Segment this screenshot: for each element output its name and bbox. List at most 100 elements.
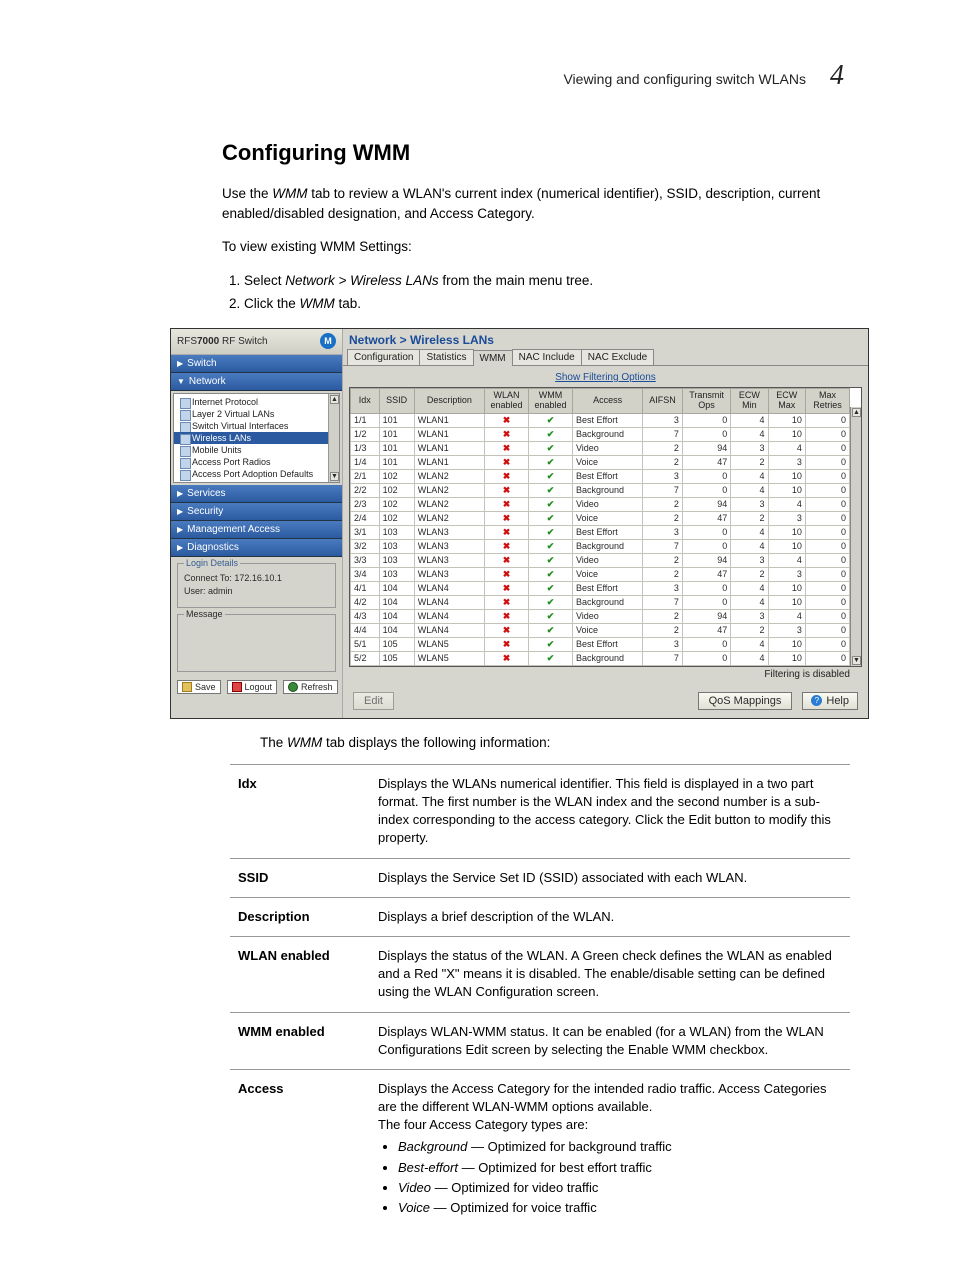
table-row[interactable]: 5/1105WLAN5✖✔Best Effort304100 xyxy=(351,637,850,651)
def-term: Access xyxy=(230,1069,370,1229)
tree-item[interactable]: Internet Protocol xyxy=(174,396,339,408)
login-details: Login Details Connect To: 172.16.10.1 Us… xyxy=(177,563,336,608)
x-icon: ✖ xyxy=(488,555,525,566)
x-icon: ✖ xyxy=(488,457,525,468)
def-body: Displays WLAN-WMM status. It can be enab… xyxy=(370,1012,850,1069)
step-2: Click the WMM tab. xyxy=(244,294,844,314)
column-header[interactable]: ECW Max xyxy=(768,388,805,413)
x-icon: ✖ xyxy=(488,611,525,622)
x-icon: ✖ xyxy=(488,415,525,426)
check-icon: ✔ xyxy=(532,457,569,468)
tree-item[interactable]: Switch Virtual Interfaces xyxy=(174,420,339,432)
check-icon: ✔ xyxy=(532,611,569,622)
table-row[interactable]: 4/3104WLAN4✖✔Video294340 xyxy=(351,609,850,623)
column-header[interactable]: Description xyxy=(414,388,484,413)
tab-nac-include[interactable]: NAC Include xyxy=(512,349,582,365)
check-icon: ✔ xyxy=(532,625,569,636)
table-row[interactable]: 2/3102WLAN2✖✔Video294340 xyxy=(351,497,850,511)
tree-item[interactable]: Mobile Units xyxy=(174,444,339,456)
check-icon: ✔ xyxy=(532,527,569,538)
table-row[interactable]: 3/2103WLAN3✖✔Background704100 xyxy=(351,539,850,553)
column-header[interactable]: ECW Min xyxy=(731,388,768,413)
table-row[interactable]: 5/2105WLAN5✖✔Background704100 xyxy=(351,651,850,665)
check-icon: ✔ xyxy=(532,499,569,510)
x-icon: ✖ xyxy=(488,499,525,510)
def-body: Displays a brief description of the WLAN… xyxy=(370,897,850,936)
table-row[interactable]: 1/3101WLAN1✖✔Video294340 xyxy=(351,441,850,455)
brand-bar: RFS7000 RF Switch M xyxy=(171,329,342,355)
brand-logo-icon: M xyxy=(320,333,336,349)
definition-table: IdxDisplays the WLANs numerical identifi… xyxy=(230,764,850,1229)
def-term: WLAN enabled xyxy=(230,936,370,1012)
table-row[interactable]: 3/3103WLAN3✖✔Video294340 xyxy=(351,553,850,567)
help-button[interactable]: ?Help xyxy=(802,692,858,710)
column-header[interactable]: Max Retries xyxy=(805,388,849,413)
column-header[interactable]: WMM enabled xyxy=(529,388,573,413)
check-icon: ✔ xyxy=(532,653,569,664)
nav-network[interactable]: Network xyxy=(171,373,342,391)
tabs: ConfigurationStatisticsWMMNAC IncludeNAC… xyxy=(343,349,868,366)
column-header[interactable]: WLAN enabled xyxy=(485,388,529,413)
tab-statistics[interactable]: Statistics xyxy=(419,349,473,365)
x-icon: ✖ xyxy=(488,583,525,594)
table-row[interactable]: 1/2101WLAN1✖✔Background704100 xyxy=(351,427,850,441)
x-icon: ✖ xyxy=(488,513,525,524)
column-header[interactable]: SSID xyxy=(379,388,414,413)
table-row[interactable]: 4/2104WLAN4✖✔Background704100 xyxy=(351,595,850,609)
def-body: Displays the Access Category for the int… xyxy=(370,1069,850,1229)
x-icon: ✖ xyxy=(488,541,525,552)
nav-security[interactable]: Security xyxy=(171,503,342,521)
qos-mappings-button[interactable]: QoS Mappings xyxy=(698,692,793,710)
show-filtering-options-link[interactable]: Show Filtering Options xyxy=(555,372,656,383)
save-button[interactable]: Save xyxy=(177,680,221,694)
help-icon: ? xyxy=(811,695,822,706)
tree-item[interactable]: Wireless LANs xyxy=(174,432,339,444)
step-1: Select Network > Wireless LANs from the … xyxy=(244,271,844,291)
logout-button[interactable]: Logout xyxy=(227,680,278,694)
check-icon: ✔ xyxy=(532,471,569,482)
body-copy: Use the WMM tab to review a WLAN's curre… xyxy=(222,184,844,314)
table-row[interactable]: 3/1103WLAN3✖✔Best Effort304100 xyxy=(351,525,850,539)
chapter-number: 4 xyxy=(830,60,844,92)
nav-management-access[interactable]: Management Access xyxy=(171,521,342,539)
x-icon: ✖ xyxy=(488,639,525,650)
table-row[interactable]: 3/4103WLAN3✖✔Voice247230 xyxy=(351,567,850,581)
def-term: SSID xyxy=(230,858,370,897)
grid-scrollbar[interactable]: ▲▼ xyxy=(850,407,861,666)
def-term: Description xyxy=(230,897,370,936)
table-row[interactable]: 1/1101WLAN1✖✔Best Effort304100 xyxy=(351,413,850,427)
x-icon: ✖ xyxy=(488,569,525,580)
column-header[interactable]: Transmit Ops xyxy=(682,388,730,413)
nav-services[interactable]: Services xyxy=(171,485,342,503)
def-term: WMM enabled xyxy=(230,1012,370,1069)
tab-nac-exclude[interactable]: NAC Exclude xyxy=(581,349,654,365)
check-icon: ✔ xyxy=(532,555,569,566)
edit-button[interactable]: Edit xyxy=(353,692,394,710)
tree-item[interactable]: Access Port Radios xyxy=(174,456,339,468)
tab-wmm[interactable]: WMM xyxy=(473,350,513,366)
table-row[interactable]: 2/1102WLAN2✖✔Best Effort304100 xyxy=(351,469,850,483)
def-body: Displays the Service Set ID (SSID) assoc… xyxy=(370,858,850,897)
ui-screenshot: RFS7000 RF Switch M Switch Network Inter… xyxy=(170,328,869,719)
table-row[interactable]: 5/3105WLAN5✖✔Video294340 xyxy=(351,665,850,667)
column-header[interactable]: Idx xyxy=(351,388,380,413)
x-icon: ✖ xyxy=(488,471,525,482)
page-header: Viewing and configuring switch WLANs 4 xyxy=(170,60,844,92)
table-row[interactable]: 2/4102WLAN2✖✔Voice247230 xyxy=(351,511,850,525)
tree-scrollbar[interactable]: ▲▼ xyxy=(328,394,339,482)
check-icon: ✔ xyxy=(532,583,569,594)
tab-configuration[interactable]: Configuration xyxy=(347,349,420,365)
table-row[interactable]: 2/2102WLAN2✖✔Background704100 xyxy=(351,483,850,497)
check-icon: ✔ xyxy=(532,639,569,650)
refresh-button[interactable]: Refresh xyxy=(283,680,338,694)
column-header[interactable]: Access xyxy=(572,388,642,413)
def-body: Displays the status of the WLAN. A Green… xyxy=(370,936,850,1012)
table-row[interactable]: 1/4101WLAN1✖✔Voice247230 xyxy=(351,455,850,469)
tree-item[interactable]: Layer 2 Virtual LANs xyxy=(174,408,339,420)
table-row[interactable]: 4/1104WLAN4✖✔Best Effort304100 xyxy=(351,581,850,595)
tree-item[interactable]: Access Port Adoption Defaults xyxy=(174,468,339,480)
table-row[interactable]: 4/4104WLAN4✖✔Voice247230 xyxy=(351,623,850,637)
nav-diagnostics[interactable]: Diagnostics xyxy=(171,539,342,557)
column-header[interactable]: AIFSN xyxy=(643,388,683,413)
nav-switch[interactable]: Switch xyxy=(171,355,342,373)
